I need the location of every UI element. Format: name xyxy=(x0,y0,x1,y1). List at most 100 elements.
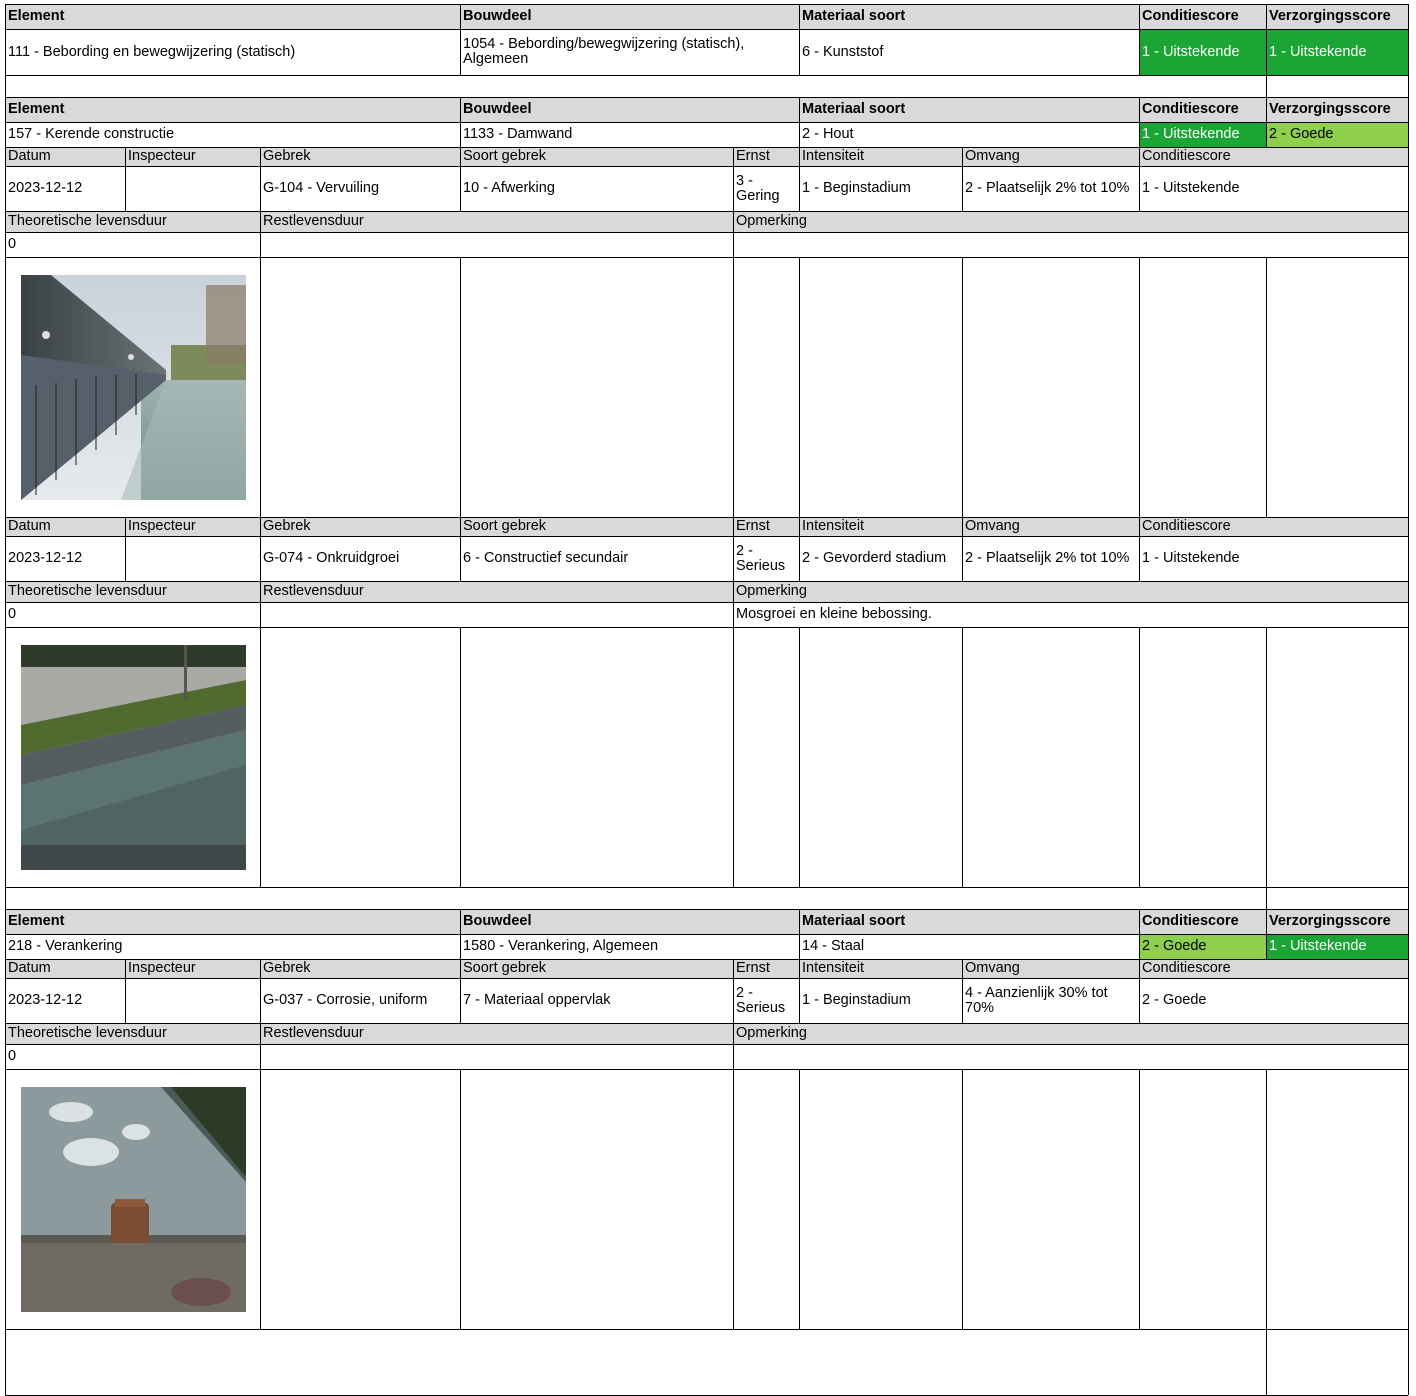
soort-gebrek-value: 7 - Materiaal oppervlak xyxy=(463,992,611,1008)
conditiescore-badge: 1 - Uitstekende xyxy=(1139,29,1266,75)
soort-gebrek-value: 10 - Afwerking xyxy=(463,180,555,196)
conditiescore-value: 1 - Uitstekende xyxy=(1142,180,1240,196)
header-bouwdeel: Bouwdeel xyxy=(460,909,799,934)
subheader-restlevensduur: Restlevensduur xyxy=(260,1023,733,1044)
subheader-ernst: Ernst xyxy=(733,959,799,978)
element-value: 218 - Verankering xyxy=(8,938,123,954)
intensiteit-value: 1 - Beginstadium xyxy=(802,992,911,1008)
ernst-value: 3 - Gering xyxy=(736,172,780,204)
subheader-gebrek: Gebrek xyxy=(260,147,460,166)
materiaal-value: 6 - Kunststof xyxy=(802,43,884,60)
header-conditiescore: Conditiescore xyxy=(1139,97,1266,122)
header-materiaal-soort: Materiaal soort xyxy=(799,909,1139,934)
theoretische-levensduur-value: 0 xyxy=(8,606,17,622)
datum-value: 2023-12-12 xyxy=(8,550,83,566)
subheader-inspecteur: Inspecteur xyxy=(125,147,260,166)
theoretische-levensduur-value: 0 xyxy=(8,236,17,252)
subheader-soort-gebrek: Soort gebrek xyxy=(460,959,733,978)
gebrek-value: G-074 - Onkruidgroei xyxy=(263,550,400,566)
theoretische-levensduur-value: 0 xyxy=(8,1048,17,1064)
element-value: 111 - Bebording en bewegwijzering (stati… xyxy=(8,43,296,60)
opmerking-value xyxy=(733,232,1408,257)
omvang-value: 2 - Plaatselijk 2% tot 10% xyxy=(965,550,1130,566)
header-verzorgingsscore: Verzorgingsscore xyxy=(1266,4,1408,29)
subheader-gebrek: Gebrek xyxy=(260,517,460,536)
wooden-sheet-pile-canal-photo xyxy=(21,275,246,500)
header-verzorgingsscore: Verzorgingsscore xyxy=(1266,909,1408,934)
soort-gebrek-value: 6 - Constructief secundair xyxy=(463,550,629,566)
subheader-intensiteit: Intensiteit xyxy=(799,147,962,166)
bouwdeel-value: 1133 - Damwand xyxy=(463,126,573,142)
subheader-gebrek: Gebrek xyxy=(260,959,460,978)
verzorgingsscore-badge: 1 - Uitstekende xyxy=(1266,934,1408,959)
header-materiaal-soort: Materiaal soort xyxy=(799,97,1139,122)
header-element: Element xyxy=(5,4,460,29)
subheader-datum: Datum xyxy=(5,959,125,978)
header-bouwdeel: Bouwdeel xyxy=(460,97,799,122)
subheader-theoretische-levensduur: Theoretische levensduur xyxy=(5,211,260,232)
rusted-anchor-bolt-photo xyxy=(21,1087,246,1312)
subheader-omvang: Omvang xyxy=(962,147,1139,166)
inspecteur-value xyxy=(125,978,260,1023)
header-verzorgingsscore: Verzorgingsscore xyxy=(1266,97,1408,122)
verzorgingsscore-badge: 1 - Uitstekende xyxy=(1266,29,1408,75)
subheader-conditiescore: Conditiescore xyxy=(1139,959,1408,978)
subheader-conditiescore: Conditiescore xyxy=(1139,147,1408,166)
conditiescore-value: 1 - Uitstekende xyxy=(1142,550,1240,566)
header-element: Element xyxy=(5,97,460,122)
subheader-intensiteit: Intensiteit xyxy=(799,959,962,978)
datum-value: 2023-12-12 xyxy=(8,180,83,196)
conditiescore-badge: 2 - Goede xyxy=(1139,934,1266,959)
header-conditiescore: Conditiescore xyxy=(1139,4,1266,29)
subheader-intensiteit: Intensiteit xyxy=(799,517,962,536)
header-element: Element xyxy=(5,909,460,934)
subheader-inspecteur: Inspecteur xyxy=(125,959,260,978)
omvang-value: 2 - Plaatselijk 2% tot 10% xyxy=(965,180,1130,196)
subheader-omvang: Omvang xyxy=(962,959,1139,978)
inspection-report-sheet: Element Bouwdeel Materiaal soort Conditiesc… xyxy=(0,0,1416,1396)
ernst-value: 2 - Serieus xyxy=(736,542,786,574)
subheader-opmerking: Opmerking xyxy=(733,211,1408,232)
materiaal-value: 2 - Hout xyxy=(802,126,854,142)
subheader-datum: Datum xyxy=(5,517,125,536)
verzorgingsscore-badge: 2 - Goede xyxy=(1266,122,1408,147)
subheader-theoretische-levensduur: Theoretische levensduur xyxy=(5,581,260,602)
subheader-soort-gebrek: Soort gebrek xyxy=(460,517,733,536)
subheader-soort-gebrek: Soort gebrek xyxy=(460,147,733,166)
header-materiaal-soort: Materiaal soort xyxy=(799,4,1139,29)
opmerking-value: Mosgroei en kleine bebossing. xyxy=(736,606,932,622)
ernst-value: 2 - Serieus xyxy=(736,984,786,1016)
subheader-opmerking: Opmerking xyxy=(733,581,1408,602)
inspecteur-value xyxy=(125,536,260,581)
subheader-opmerking: Opmerking xyxy=(733,1023,1408,1044)
subheader-restlevensduur: Restlevensduur xyxy=(260,211,733,232)
omvang-value: 4 - Aanzienlijk 30% tot 70% xyxy=(965,984,1108,1016)
subheader-theoretische-levensduur: Theoretische levensduur xyxy=(5,1023,260,1044)
intensiteit-value: 1 - Beginstadium xyxy=(802,180,911,196)
subheader-inspecteur: Inspecteur xyxy=(125,517,260,536)
header-bouwdeel: Bouwdeel xyxy=(460,4,799,29)
restlevensduur-value xyxy=(260,1044,733,1069)
element-value: 157 - Kerende constructie xyxy=(8,126,175,142)
restlevensduur-value xyxy=(260,602,733,627)
gebrek-value: G-104 - Vervuiling xyxy=(263,180,380,196)
overgrown-canal-wall-photo xyxy=(21,645,246,870)
intensiteit-value: 2 - Gevorderd stadium xyxy=(802,550,947,566)
conditiescore-badge: 1 - Uitstekende xyxy=(1139,122,1266,147)
subheader-conditiescore: Conditiescore xyxy=(1139,517,1408,536)
datum-value: 2023-12-12 xyxy=(8,992,83,1008)
header-conditiescore: Conditiescore xyxy=(1139,909,1266,934)
subheader-datum: Datum xyxy=(5,147,125,166)
subheader-ernst: Ernst xyxy=(733,517,799,536)
subheader-omvang: Omvang xyxy=(962,517,1139,536)
bouwdeel-value: 1580 - Verankering, Algemeen xyxy=(463,938,659,954)
conditiescore-value: 2 - Goede xyxy=(1142,992,1207,1008)
bouwdeel-value: 1054 - Bebording/bewegwijzering (statisc… xyxy=(463,36,745,67)
subheader-restlevensduur: Restlevensduur xyxy=(260,581,733,602)
gebrek-value: G-037 - Corrosie, uniform xyxy=(263,992,428,1008)
opmerking-value xyxy=(733,1044,1408,1069)
restlevensduur-value xyxy=(260,232,733,257)
inspecteur-value xyxy=(125,166,260,211)
materiaal-value: 14 - Staal xyxy=(802,938,865,954)
subheader-ernst: Ernst xyxy=(733,147,799,166)
